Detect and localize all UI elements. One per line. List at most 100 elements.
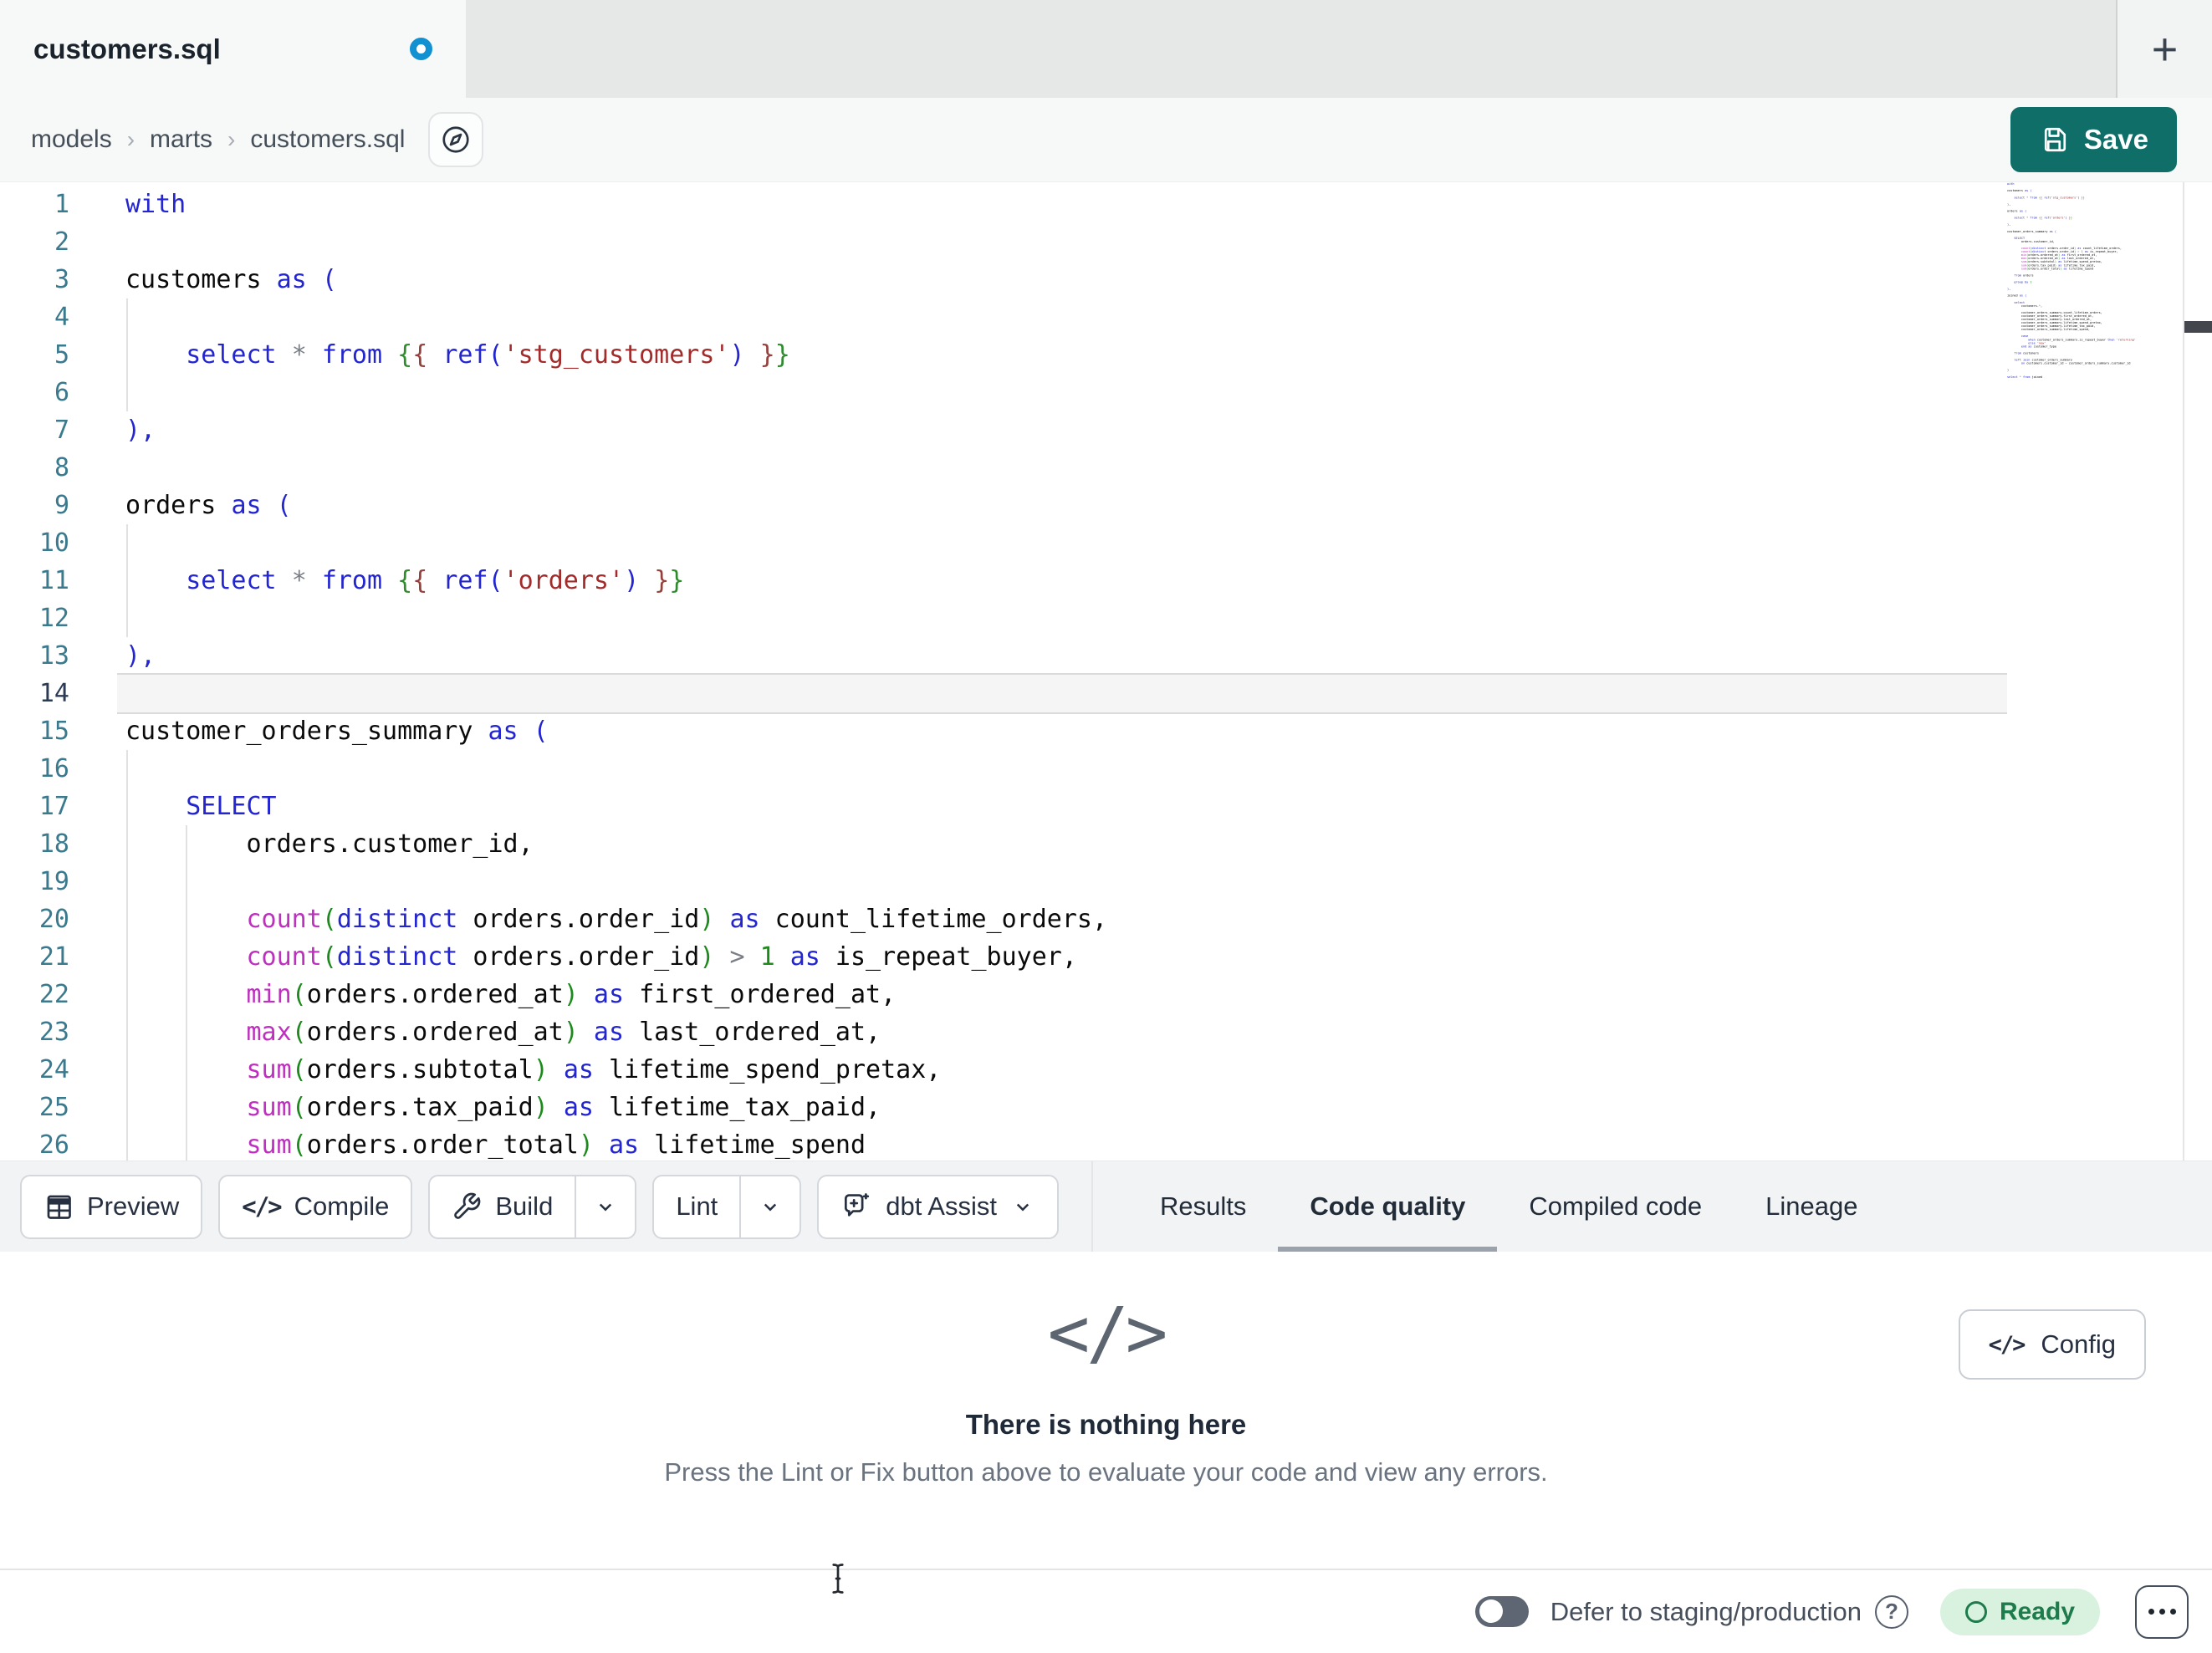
lint-button[interactable]: Lint <box>652 1174 802 1239</box>
chevron-down-icon <box>1010 1194 1035 1219</box>
lint-main-segment[interactable]: Lint <box>654 1176 739 1237</box>
breadcrumb-separator: › <box>126 126 135 152</box>
new-tab-button[interactable]: + <box>2116 0 2212 98</box>
gutter-line: 7 <box>54 416 69 445</box>
code-editor[interactable]: 1 2 3 4 5 6 7 8 9 10 11 12 13 14 15 16 17 18 19 20 21 22 23 24 2… <box>0 182 2212 1161</box>
lint-label: Lint <box>676 1191 718 1221</box>
chevron-down-icon <box>758 1194 783 1219</box>
gutter-line: 2 <box>54 227 69 257</box>
tab-customers-sql[interactable]: customers.sql <box>0 0 466 98</box>
gutter-line: 25 <box>38 1093 69 1122</box>
code-line: customer_orders_summary as ( <box>125 717 549 746</box>
config-button[interactable]: </> Config <box>1958 1309 2146 1380</box>
more-options-button[interactable] <box>2135 1584 2189 1639</box>
tab-results[interactable]: Results <box>1128 1161 1278 1252</box>
tab-lineage[interactable]: Lineage <box>1734 1161 1889 1252</box>
code-line: orders.customer_id, <box>125 829 534 859</box>
breadcrumb-separator: › <box>227 126 236 152</box>
breadcrumb-item-file[interactable]: customers.sql <box>250 125 405 154</box>
defer-toggle[interactable] <box>1474 1596 1529 1627</box>
code-line: count(distinct orders.order_id) > 1 as i… <box>246 942 1077 972</box>
code-line: ), <box>125 416 156 445</box>
unsaved-changes-dot-icon <box>410 38 432 60</box>
gutter-line: 26 <box>38 1130 69 1160</box>
gutter-line: 10 <box>38 528 69 558</box>
gutter-line: 16 <box>38 754 69 783</box>
editor-toolbar: Preview </> Compile Build Lint dbt Assis… <box>0 1161 2212 1252</box>
wrench-icon <box>452 1191 482 1222</box>
gutter-line: 12 <box>38 604 69 633</box>
save-icon <box>2039 125 2069 155</box>
gutter-line: 22 <box>38 980 69 1009</box>
code-quality-panel: </> There is nothing here Press the Lint… <box>0 1252 2212 1569</box>
gutter-line: 23 <box>38 1018 69 1047</box>
lint-dropdown-segment[interactable] <box>739 1176 799 1237</box>
code-icon: </> <box>1988 1331 2026 1358</box>
ready-label: Ready <box>1999 1597 2075 1625</box>
code-line: select * from {{ ref('orders') }} <box>186 566 685 595</box>
breadcrumb: models › marts › customers.sql <box>31 125 405 154</box>
panel-tabs: Results Code quality Compiled code Linea… <box>1128 1161 1890 1252</box>
lineage-compass-button[interactable] <box>428 112 484 167</box>
breadcrumb-bar: models › marts › customers.sql Save <box>0 98 2212 182</box>
tab-compiled-code[interactable]: Compiled code <box>1497 1161 1734 1252</box>
gutter-line: 9 <box>54 491 69 520</box>
status-badge: Ready <box>1939 1588 2100 1635</box>
gutter: 1 2 3 4 5 6 7 8 9 10 11 12 13 14 15 16 17 18 19 20 21 22 23 24 2… <box>0 186 69 1161</box>
code-line: select * from {{ ref('stg_customers') }} <box>186 340 790 370</box>
gutter-line: 1 <box>54 190 69 219</box>
gutter-line: 8 <box>54 453 69 482</box>
code-line: with <box>125 190 186 219</box>
preview-label: Preview <box>87 1191 180 1221</box>
code-line: sum(orders.tax_paid) as lifetime_tax_pai… <box>246 1093 881 1122</box>
config-label: Config <box>2041 1329 2116 1359</box>
build-button[interactable]: Build <box>428 1174 637 1239</box>
gutter-line: 21 <box>38 942 69 972</box>
scrollbar-thumb[interactable] <box>2184 321 2212 333</box>
tab-title: customers.sql <box>33 33 221 64</box>
gutter-line: 18 <box>38 829 69 859</box>
help-icon[interactable]: ? <box>1874 1594 1908 1629</box>
toggle-knob <box>1479 1599 1503 1623</box>
code-line: min(orders.ordered_at) as first_ordered_… <box>246 980 897 1009</box>
gutter-line: 13 <box>38 641 69 671</box>
gutter-line: 6 <box>54 378 69 407</box>
code-line: sum(orders.order_total) as lifetime_spen… <box>246 1130 866 1160</box>
ellipsis-icon <box>2148 1609 2154 1615</box>
compile-button[interactable]: </> Compile <box>218 1174 413 1239</box>
breadcrumb-item-models[interactable]: models <box>31 125 112 154</box>
ready-circle-icon <box>1964 1600 1987 1623</box>
gutter-line: 11 <box>38 566 69 595</box>
plus-icon: + <box>2151 23 2179 74</box>
code-icon: </> <box>242 1192 282 1221</box>
build-dropdown-segment[interactable] <box>575 1176 635 1237</box>
save-button[interactable]: Save <box>2010 107 2177 172</box>
preview-button[interactable]: Preview <box>20 1174 203 1239</box>
compass-icon <box>440 124 472 156</box>
empty-state-subtitle: Press the Lint or Fix button above to ev… <box>664 1457 1548 1487</box>
dbt-assist-label: dbt Assist <box>886 1191 997 1221</box>
toolbar-divider <box>1091 1161 1093 1252</box>
compile-label: Compile <box>294 1191 390 1221</box>
code-line: SELECT <box>186 792 277 821</box>
gutter-line: 4 <box>54 303 69 332</box>
status-bar: Defer to staging/production ? Ready <box>0 1569 2212 1653</box>
code-area[interactable]: with customers as ( select * from {{ ref… <box>125 186 2137 1161</box>
build-main-segment[interactable]: Build <box>430 1176 575 1237</box>
gutter-line: 24 <box>38 1055 69 1084</box>
dbt-assist-button[interactable]: dbt Assist <box>817 1174 1059 1239</box>
mouse-cursor-ibeam <box>823 1561 853 1596</box>
chevron-down-icon <box>593 1194 618 1219</box>
code-line: max(orders.ordered_at) as last_ordered_a… <box>246 1018 881 1047</box>
save-label: Save <box>2083 124 2148 155</box>
gutter-line: 15 <box>38 717 69 746</box>
code-line: customers as ( <box>125 265 337 294</box>
breadcrumb-item-marts[interactable]: marts <box>150 125 212 154</box>
code-line: count(distinct orders.order_id) as count… <box>246 905 1108 934</box>
tab-code-quality[interactable]: Code quality <box>1278 1161 1498 1252</box>
